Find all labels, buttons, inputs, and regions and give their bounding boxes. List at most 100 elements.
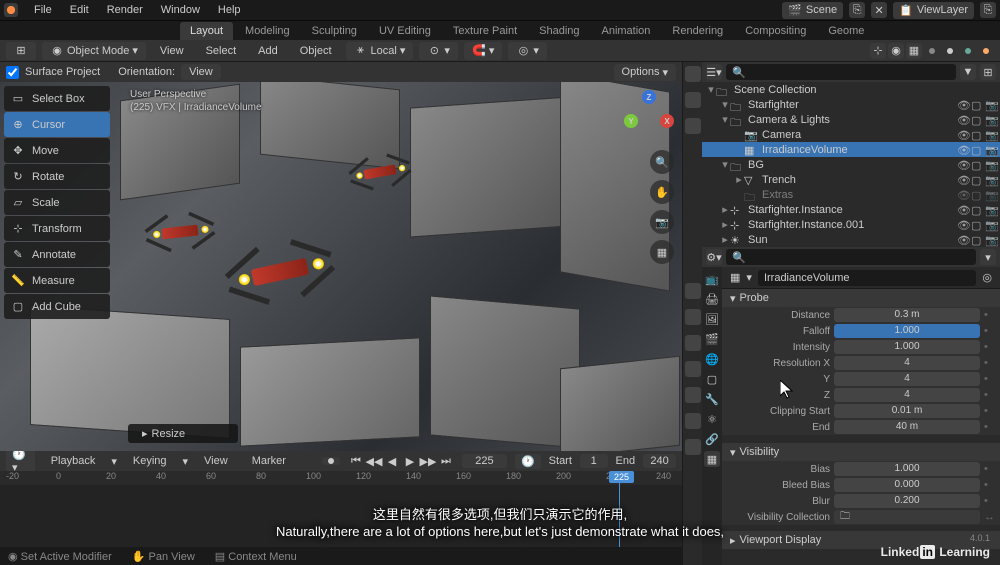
filter-icon[interactable]: ▼ xyxy=(960,64,976,80)
nav-gizmo[interactable]: Z Y X xyxy=(624,90,674,140)
xray-icon[interactable]: ▦ xyxy=(906,43,922,59)
ws-rendering[interactable]: Rendering xyxy=(662,22,733,40)
sidebar-b-icon[interactable] xyxy=(685,309,701,325)
solid-icon[interactable] xyxy=(942,43,958,59)
prop-value[interactable]: 0.3 m xyxy=(834,308,980,322)
outliner-search[interactable]: 🔍 xyxy=(726,64,956,80)
tool-transform[interactable]: ⊹Transform xyxy=(4,216,110,241)
keyframe-dot-icon[interactable]: • xyxy=(984,373,992,385)
eye-icon[interactable]: 👁 xyxy=(957,129,968,140)
keyframe-dot-icon[interactable]: • xyxy=(984,495,992,507)
sidebar-e-icon[interactable] xyxy=(685,387,701,403)
mode-selector[interactable]: ◉ Object Mode ▾ xyxy=(42,42,146,60)
prop-value[interactable]: 0.200 xyxy=(834,494,980,508)
tb-select[interactable]: Select xyxy=(198,43,245,59)
render-icon[interactable]: 📷 xyxy=(985,129,996,140)
surface-project-checkbox[interactable] xyxy=(6,66,19,79)
pan-icon[interactable]: ✋ xyxy=(650,180,674,204)
menu-window[interactable]: Window xyxy=(153,2,208,18)
prop-value[interactable]: 0.000 xyxy=(834,478,980,492)
jump-end-icon[interactable]: ⏭ xyxy=(438,454,454,468)
start-frame[interactable]: 1 xyxy=(580,454,608,468)
proptab-data[interactable]: ▦ xyxy=(704,451,720,467)
zoom-icon[interactable]: 🔍 xyxy=(650,150,674,174)
sidebar-f-icon[interactable] xyxy=(685,413,701,429)
pivot-selector[interactable]: ⊙▾ xyxy=(419,42,458,60)
properties-type-icon[interactable]: ⚙▾ xyxy=(706,249,722,265)
proptab-world[interactable]: 🌐 xyxy=(704,351,720,367)
eye-icon[interactable]: 👁 xyxy=(957,234,968,245)
snap-selector[interactable]: 🧲▾ xyxy=(464,42,503,60)
prop-value[interactable]: 4 xyxy=(834,388,980,402)
wireframe-icon[interactable] xyxy=(924,43,940,59)
eye-icon[interactable]: 👁 xyxy=(957,159,968,170)
outliner-row[interactable]: 🗀Extras👁▢📷 xyxy=(702,187,1000,202)
render-icon[interactable]: 📷 xyxy=(985,159,996,170)
last-operator-panel[interactable]: ▸ Resize xyxy=(128,424,238,443)
restrict-icon[interactable]: ▢ xyxy=(971,159,982,170)
keyframe-dot-icon[interactable]: • xyxy=(984,325,992,337)
keyframe-dot-icon[interactable]: • xyxy=(984,479,992,491)
current-frame[interactable]: 225 xyxy=(462,454,507,468)
eye-icon[interactable]: 👁 xyxy=(957,204,968,215)
restrict-icon[interactable]: ▢ xyxy=(971,189,982,200)
render-icon[interactable]: 📷 xyxy=(985,234,996,245)
perspective-icon[interactable]: ▦ xyxy=(650,240,674,264)
tool-scale[interactable]: ▱Scale xyxy=(4,190,110,215)
prop-value[interactable]: 4 xyxy=(834,372,980,386)
options-dropdown[interactable]: Options ▾ xyxy=(614,64,676,81)
ws-uvediting[interactable]: UV Editing xyxy=(369,22,441,40)
new-collection-icon[interactable]: ⊞ xyxy=(980,64,996,80)
overlays-icon[interactable]: ◉ xyxy=(888,43,904,59)
restrict-icon[interactable]: ▢ xyxy=(971,114,982,125)
keyframe-dot-icon[interactable]: • xyxy=(984,389,992,401)
ws-geometry[interactable]: Geome xyxy=(818,22,874,40)
timeline-ruler[interactable]: -20 0 20 40 60 80 100 120 140 160 180 20… xyxy=(0,471,682,547)
tl-marker[interactable]: Marker xyxy=(244,453,294,469)
object-name-field[interactable]: IrradianceVolume xyxy=(758,270,976,286)
tb-add[interactable]: Add xyxy=(250,43,286,59)
proptab-object[interactable]: ▢ xyxy=(704,371,720,387)
orientation-selector[interactable]: ⚹ Local ▾ xyxy=(346,42,414,60)
ws-compositing[interactable]: Compositing xyxy=(735,22,816,40)
render-icon[interactable]: 📷 xyxy=(985,189,996,200)
play-icon[interactable]: ▶ xyxy=(402,454,418,468)
restrict-icon[interactable]: ▢ xyxy=(971,219,982,230)
eye-icon[interactable]: 👁 xyxy=(957,219,968,230)
tb-view[interactable]: View xyxy=(152,43,192,59)
menu-render[interactable]: Render xyxy=(99,2,151,18)
tool-select-box[interactable]: ▭Select Box xyxy=(4,86,110,111)
render-icon[interactable]: 📷 xyxy=(985,99,996,110)
sidebar-g-icon[interactable] xyxy=(685,439,701,455)
keyframe-dot-icon[interactable]: • xyxy=(984,463,992,475)
outliner-tree[interactable]: ▾🗀 Scene Collection ▾🗀Starfighter👁▢📷▾🗀Ca… xyxy=(702,82,1000,247)
proptab-physics[interactable]: ⚛ xyxy=(704,411,720,427)
orientation-dropdown[interactable]: View xyxy=(181,64,221,80)
prop-value[interactable]: 1.000 xyxy=(834,324,980,338)
viewlayer-new-icon[interactable]: ⎘ xyxy=(980,2,996,18)
restrict-icon[interactable]: ▢ xyxy=(971,144,982,155)
visibility-panel-header[interactable]: ▾Visibility xyxy=(722,443,1000,461)
prop-value[interactable]: 4 xyxy=(834,356,980,370)
ws-texturepaint[interactable]: Texture Paint xyxy=(443,22,527,40)
outliner-row[interactable]: ▾🗀Starfighter👁▢📷 xyxy=(702,97,1000,112)
outliner-row[interactable]: ▸⊹Starfighter.Instance👁▢📷 xyxy=(702,202,1000,217)
editor-type-icon[interactable]: ⊞ xyxy=(6,42,36,60)
render-icon[interactable]: 📷 xyxy=(985,174,996,185)
viewlayer-selector[interactable]: 📋 ViewLayer xyxy=(893,2,974,19)
restrict-icon[interactable]: ▢ xyxy=(971,204,982,215)
menu-edit[interactable]: Edit xyxy=(62,2,97,18)
pin-icon[interactable]: ◎ xyxy=(982,271,992,284)
render-icon[interactable]: 📷 xyxy=(985,144,996,155)
rendered-icon[interactable] xyxy=(978,43,994,59)
keyframe-dot-icon[interactable]: • xyxy=(984,357,992,369)
matprev-icon[interactable] xyxy=(960,43,976,59)
eye-icon[interactable]: 👁 xyxy=(957,144,968,155)
collection-picker[interactable]: 🗀 xyxy=(834,510,980,524)
3d-viewport[interactable]: ▭Select Box ⊕Cursor ✥Move ↻Rotate ▱Scale… xyxy=(0,82,682,451)
end-frame[interactable]: 240 xyxy=(643,454,676,468)
scene-selector[interactable]: 🎬 Scene xyxy=(782,2,843,19)
tl-keying[interactable]: Keying xyxy=(125,453,175,469)
sidebar-view-icon[interactable] xyxy=(685,118,701,134)
keyframe-dot-icon[interactable]: • xyxy=(984,309,992,321)
